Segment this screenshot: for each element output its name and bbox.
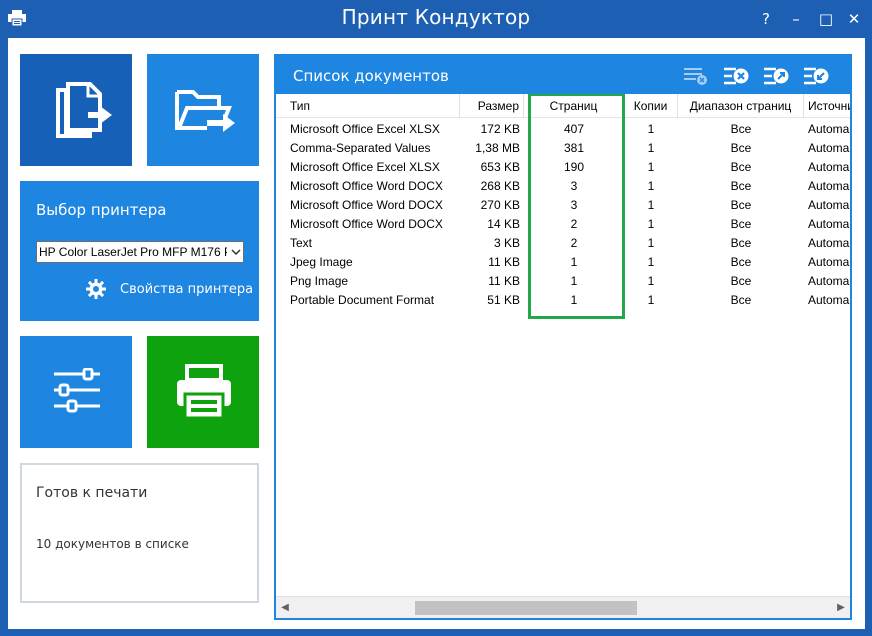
cell-size: 1,38 MB: [475, 141, 520, 155]
printer-properties-label: Свойства принтера: [120, 282, 254, 297]
cell-copies: 1: [647, 198, 655, 212]
cell-source: Automa: [808, 236, 850, 250]
cell-range: Все: [730, 122, 752, 136]
status-title: Готов к печати: [36, 485, 148, 501]
cell-range: Все: [730, 274, 752, 288]
add-folder-icon: [175, 90, 235, 132]
move-up-icon[interactable]: [762, 65, 790, 87]
printer-label: Выбор принтера: [36, 201, 167, 219]
cell-size: 51 KB: [487, 293, 520, 307]
cell-copies: 1: [647, 293, 655, 307]
column-range[interactable]: Диапазон страниц: [678, 94, 804, 118]
cell-copies: 1: [647, 179, 655, 193]
cell-source: Automa: [808, 255, 850, 269]
cell-range: Все: [730, 179, 752, 193]
cell-copies: 1: [647, 217, 655, 231]
cell-range: Все: [730, 217, 752, 231]
cell-type: Png Image: [290, 274, 349, 288]
remove-item-icon[interactable]: [722, 65, 750, 87]
print-button[interactable]: [147, 336, 259, 448]
cell-type: Microsoft Office Word DOCX: [290, 217, 443, 231]
move-down-icon[interactable]: [802, 65, 830, 87]
cell-source: Automa: [808, 274, 850, 288]
column-type[interactable]: Тип: [276, 94, 460, 118]
cell-source: Automa: [808, 141, 850, 155]
cell-range: Все: [730, 198, 752, 212]
add-files-button[interactable]: [20, 54, 132, 166]
cell-type: Portable Document Format: [290, 293, 435, 307]
cell-range: Все: [730, 255, 752, 269]
printer-select-value: HP Color LaserJet Pro MFP M176 PCL: [39, 245, 244, 259]
cell-copies: 1: [647, 236, 655, 250]
cell-type: Text: [290, 236, 313, 250]
printer-panel: Выбор принтера HP Color LaserJet Pro MFP…: [20, 181, 259, 321]
close-button[interactable]: ✕: [842, 8, 866, 30]
cell-source: Automa: [808, 160, 850, 174]
maximize-button[interactable]: □: [814, 8, 838, 30]
document-table: Тип Размер Страниц Копии Диапазон страни…: [276, 94, 850, 596]
add-files-icon: [56, 82, 112, 138]
cell-type: Jpeg Image: [290, 255, 353, 269]
cell-source: Automa: [808, 122, 850, 136]
cell-range: Все: [730, 236, 752, 250]
window-title: Принт Кондуктор: [341, 5, 531, 29]
document-list-title: Список документов: [293, 67, 449, 85]
status-subtitle: 10 документов в списке: [36, 537, 189, 551]
cell-type: Comma-Separated Values: [290, 141, 431, 155]
title-bar: Принт Кондуктор ? – □ ✕: [0, 0, 872, 38]
gear-icon: [86, 279, 106, 299]
cell-size: 653 KB: [480, 160, 520, 174]
cell-source: Automa: [808, 198, 850, 212]
settings-button[interactable]: [20, 336, 132, 448]
cell-range: Все: [730, 293, 752, 307]
clear-list-icon[interactable]: [682, 65, 710, 87]
cell-copies: 1: [647, 274, 655, 288]
client-area: Выбор принтера HP Color LaserJet Pro MFP…: [8, 38, 865, 629]
cell-range: Все: [730, 160, 752, 174]
column-source[interactable]: Источни: [804, 94, 850, 118]
cell-type: Microsoft Office Excel XLSX: [290, 122, 440, 136]
cell-size: 11 KB: [488, 255, 520, 269]
column-size[interactable]: Размер: [460, 94, 524, 118]
cell-source: Automa: [808, 293, 850, 307]
cell-range: Все: [730, 141, 752, 155]
document-list-panel: Список документов Тип Размер Страниц Коп…: [274, 54, 852, 620]
app-window: Принт Кондуктор ? – □ ✕ Выбор принтера H…: [0, 0, 872, 636]
cell-type: Microsoft Office Excel XLSX: [290, 160, 440, 174]
sliders-icon: [54, 368, 100, 413]
cell-size: 14 KB: [487, 217, 520, 231]
printer-icon: [177, 364, 231, 420]
document-list-header: Список документов: [276, 56, 850, 94]
cell-source: Automa: [808, 179, 850, 193]
scroll-right-icon[interactable]: ▶: [832, 597, 850, 618]
cell-copies: 1: [647, 160, 655, 174]
column-copies[interactable]: Копии: [624, 94, 678, 118]
cell-type: Microsoft Office Word DOCX: [290, 198, 443, 212]
pages-column-highlight: [528, 94, 625, 319]
cell-type: Microsoft Office Word DOCX: [290, 179, 443, 193]
cell-size: 268 KB: [480, 179, 520, 193]
cell-size: 3 KB: [493, 236, 520, 250]
cell-size: 270 KB: [480, 198, 520, 212]
cell-copies: 1: [647, 141, 655, 155]
minimize-button[interactable]: –: [784, 8, 808, 30]
cell-copies: 1: [647, 122, 655, 136]
cell-source: Automa: [808, 217, 850, 231]
status-panel: Готов к печати 10 документов в списке: [20, 463, 259, 603]
help-button[interactable]: ?: [754, 8, 778, 30]
scroll-left-icon[interactable]: ◀: [276, 597, 294, 618]
select-arrow[interactable]: [227, 242, 243, 262]
chevron-down-icon: [231, 249, 241, 256]
cell-size: 11 KB: [488, 274, 520, 288]
cell-copies: 1: [647, 255, 655, 269]
scroll-thumb[interactable]: [415, 601, 637, 615]
cell-size: 172 KB: [480, 122, 520, 136]
add-folder-button[interactable]: [147, 54, 259, 166]
printer-select[interactable]: HP Color LaserJet Pro MFP M176 PCL: [36, 241, 244, 263]
horizontal-scrollbar[interactable]: ◀ ▶: [276, 596, 850, 618]
